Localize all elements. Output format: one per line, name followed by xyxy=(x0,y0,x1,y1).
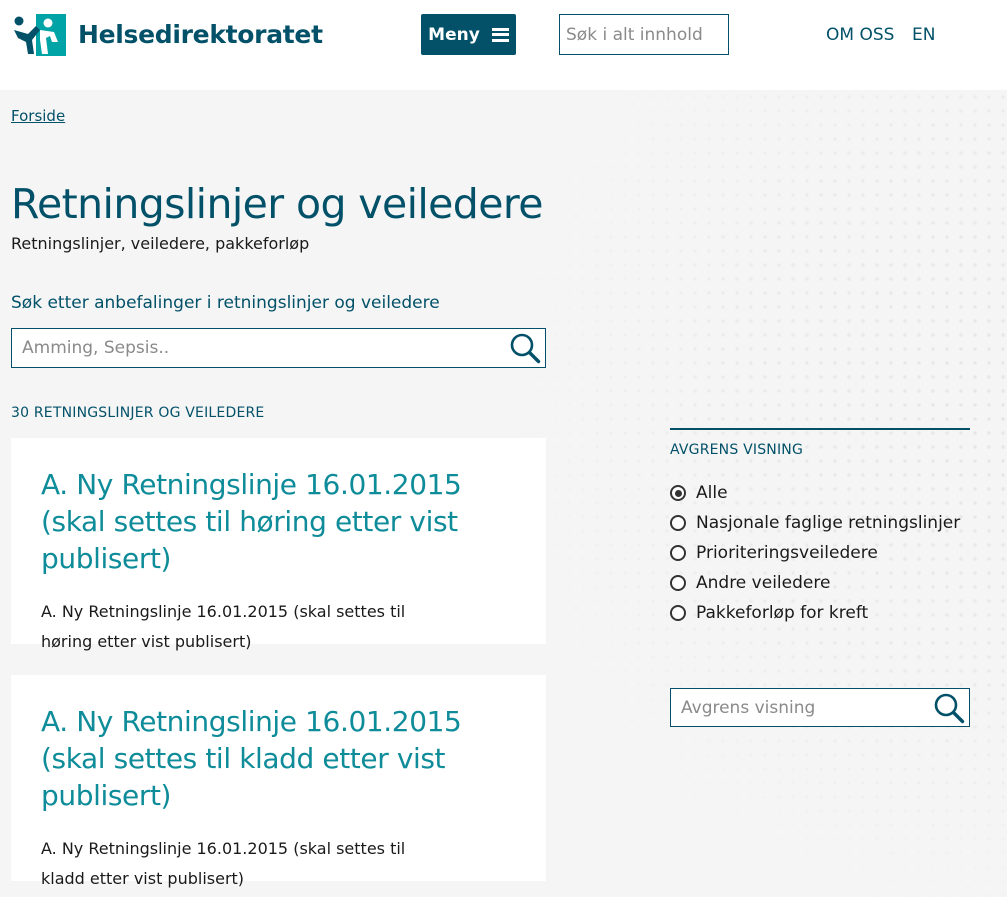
filter-search xyxy=(670,688,970,727)
breadcrumb-home[interactable]: Forside xyxy=(11,107,65,125)
page-subtitle: Retningslinjer, veiledere, pakkeforløp xyxy=(11,234,310,253)
recommendation-search-label: Søk etter anbefalinger i retningslinjer … xyxy=(11,293,440,313)
filter-option-alle[interactable]: Alle xyxy=(670,483,728,503)
helsedirektoratet-logo-icon[interactable] xyxy=(12,14,66,56)
site-header: Helsedirektoratet Meny OM OSS EN xyxy=(0,0,1007,90)
filter-divider xyxy=(670,428,970,430)
filter-option-label: Prioriteringsveiledere xyxy=(696,543,878,563)
filter-option-label: Nasjonale faglige retningslinjer xyxy=(696,513,961,533)
radio-icon[interactable] xyxy=(670,605,686,621)
radio-icon[interactable] xyxy=(670,575,686,591)
brand-name[interactable]: Helsedirektoratet xyxy=(78,20,323,49)
recommendation-search xyxy=(11,328,546,368)
result-title-link[interactable]: A. Ny Retningslinje 16.01.2015 (skal set… xyxy=(41,703,516,814)
filter-option-label: Alle xyxy=(696,483,728,503)
radio-icon[interactable] xyxy=(670,515,686,531)
english-link[interactable]: EN xyxy=(912,25,935,45)
result-title-link[interactable]: A. Ny Retningslinje 16.01.2015 (skal set… xyxy=(41,466,516,577)
search-icon[interactable] xyxy=(933,692,965,724)
result-card: A. Ny Retningslinje 16.01.2015 (skal set… xyxy=(11,438,546,651)
filter-option-pakkeforlop[interactable]: Pakkeforløp for kreft xyxy=(670,603,868,623)
filter-option-label: Pakkeforløp for kreft xyxy=(696,603,869,623)
result-count: 30 RETNINGSLINJER OG VEILEDERE xyxy=(11,405,265,421)
filter-option-nasjonale[interactable]: Nasjonale faglige retningslinjer xyxy=(670,513,960,533)
hamburger-icon xyxy=(491,27,509,42)
recommendation-search-input[interactable] xyxy=(12,329,502,367)
radio-icon[interactable] xyxy=(670,545,686,561)
filter-search-input[interactable] xyxy=(671,689,941,726)
about-link[interactable]: OM OSS xyxy=(826,25,894,45)
filter-option-label: Andre veiledere xyxy=(696,573,831,593)
result-description: A. Ny Retningslinje 16.01.2015 (skal set… xyxy=(41,839,406,888)
filter-option-prioritering[interactable]: Prioriteringsveiledere xyxy=(670,543,878,563)
filter-heading: AVGRENS VISNING xyxy=(670,442,804,458)
filter-option-andre[interactable]: Andre veiledere xyxy=(670,573,830,593)
menu-button[interactable]: Meny xyxy=(421,14,516,55)
page-title: Retningslinjer og veiledere xyxy=(11,180,543,228)
search-icon[interactable] xyxy=(509,332,541,364)
result-description: A. Ny Retningslinje 16.01.2015 (skal set… xyxy=(41,602,406,651)
site-search-input[interactable] xyxy=(559,14,729,55)
menu-label: Meny xyxy=(428,24,480,45)
result-card: A. Ny Retningslinje 16.01.2015 (skal set… xyxy=(11,675,546,888)
dotted-background-pattern xyxy=(520,90,1007,897)
radio-selected-icon[interactable] xyxy=(670,485,686,501)
